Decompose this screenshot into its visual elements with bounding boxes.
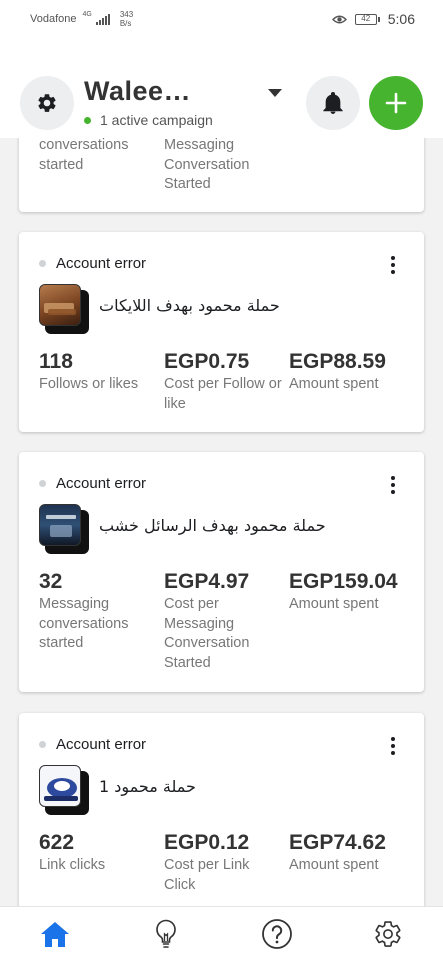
signal-icon xyxy=(95,13,110,25)
metric-label: conversations started xyxy=(39,137,129,173)
campaign-thumbnail xyxy=(39,504,89,554)
status-dot xyxy=(39,480,46,487)
gear-icon xyxy=(38,94,56,112)
metrics-row: 32 Messaging conversations started EGP4.… xyxy=(39,570,414,673)
status-text: Account error xyxy=(56,255,147,272)
eye-comfort-icon xyxy=(331,15,347,23)
create-campaign-button[interactable] xyxy=(369,76,423,130)
notifications-button[interactable] xyxy=(306,76,360,130)
status-text: Account error xyxy=(56,475,147,492)
bell-icon xyxy=(323,92,343,114)
delivery-status: Account error xyxy=(39,255,146,272)
status-dot xyxy=(39,260,46,267)
battery-level: 42 xyxy=(354,13,377,25)
metric: EGP0.75 Cost per Follow or like xyxy=(164,350,289,414)
metric-value: EGP0.75 xyxy=(164,350,250,373)
campaign-thumbnail xyxy=(39,284,89,334)
metrics-row: 622 Link clicks EGP0.12 Cost per Link Cl… xyxy=(39,831,414,895)
metric: Messaging Conversation Started xyxy=(164,135,289,195)
delivery-status: Account error xyxy=(39,736,146,753)
metric-value: EGP88.59 xyxy=(289,350,386,373)
speed-unit: B/s xyxy=(119,19,132,28)
metric: EGP88.59 Amount spent xyxy=(289,350,414,414)
metric-value: 32 xyxy=(39,570,63,593)
metric: 118 Follows or likes xyxy=(39,350,164,414)
active-campaigns-status: 1 active campaign xyxy=(84,112,213,128)
settings-icon xyxy=(375,920,401,947)
campaign-card[interactable]: Account error حملة محمود بهدف الرسائل خش… xyxy=(19,452,424,692)
battery-icon: 42 xyxy=(354,13,380,25)
metric-value: EGP4.97 xyxy=(164,570,250,593)
nav-help[interactable] xyxy=(247,907,307,960)
metric: EGP74.62 Amount spent xyxy=(289,831,414,895)
campaign-card[interactable]: Account error حملة محمود بهدف اللايكات 1… xyxy=(19,232,424,432)
metric-label: Amount spent xyxy=(289,857,379,873)
product-photo-icon xyxy=(44,778,78,801)
metric-label: Cost per Messaging Conversation Started xyxy=(164,596,250,671)
campaign-thumbnail xyxy=(39,765,89,815)
active-campaigns-text: 1 active campaign xyxy=(100,112,213,128)
more-vertical-icon[interactable] xyxy=(384,254,402,276)
metric: 622 Link clicks xyxy=(39,831,164,895)
metric-label: Amount spent xyxy=(289,596,379,612)
metric-value: EGP74.62 xyxy=(289,831,386,854)
wood-product-photo-icon xyxy=(46,515,76,537)
settings-button[interactable] xyxy=(20,76,74,130)
status-bar-left: Vodafone 4G 343 B/s xyxy=(30,10,133,28)
delivery-status: Account error xyxy=(39,475,146,492)
campaign-name[interactable]: حملة محمود بهدف الرسائل خشب xyxy=(99,516,326,535)
metric-label: Follows or likes xyxy=(39,376,139,392)
metric-value: 622 xyxy=(39,831,75,854)
campaign-name[interactable]: حملة محمود 1 xyxy=(99,777,196,796)
nav-home[interactable] xyxy=(25,907,85,960)
metric-value: EGP0.12 xyxy=(164,831,250,854)
status-bar-right: 42 5:06 xyxy=(331,11,415,27)
metric: conversations started xyxy=(39,135,164,195)
metric-value: 118 xyxy=(39,350,73,373)
wood-photo-icon xyxy=(44,303,76,315)
metrics-row: 118 Follows or likes EGP0.75 Cost per Fo… xyxy=(39,350,414,414)
nav-settings[interactable] xyxy=(358,907,418,960)
more-vertical-icon[interactable] xyxy=(384,735,402,757)
account-dropdown-icon[interactable] xyxy=(268,89,282,97)
campaign-name[interactable]: حملة محمود بهدف اللايكات xyxy=(99,296,280,315)
plus-icon xyxy=(385,92,407,114)
metric: EGP4.97 Cost per Messaging Conversation … xyxy=(164,570,289,673)
carrier-name: Vodafone xyxy=(30,13,77,25)
metric-value: EGP159.04 xyxy=(289,570,398,593)
metric: EGP0.12 Cost per Link Click xyxy=(164,831,289,895)
metric-label: Messaging conversations started xyxy=(39,596,129,651)
metric: 32 Messaging conversations started xyxy=(39,570,164,673)
more-vertical-icon[interactable] xyxy=(384,474,402,496)
speed-value: 343 xyxy=(119,10,134,19)
clock: 5:06 xyxy=(387,11,415,27)
status-bar: Vodafone 4G 343 B/s 42 5:06 xyxy=(0,0,443,38)
home-icon xyxy=(41,921,70,947)
bottom-navigation xyxy=(0,906,443,960)
metric-label: Link clicks xyxy=(39,857,106,873)
metric-label: Amount spent xyxy=(289,376,379,392)
metric-label: Messaging Conversation Started xyxy=(164,137,250,192)
metric-label: Cost per Follow or like xyxy=(164,376,282,412)
help-icon xyxy=(261,918,292,949)
account-name[interactable]: Walee… xyxy=(84,76,191,107)
metric-label: Cost per Link Click xyxy=(164,857,250,893)
app-header: Walee… 1 active campaign xyxy=(0,38,443,138)
status-text: Account error xyxy=(56,736,147,753)
network-speed: 343 B/s xyxy=(120,10,133,28)
campaign-card[interactable]: Account error حملة محمود 1 622 Link clic… xyxy=(19,713,424,913)
active-status-dot xyxy=(84,116,91,124)
status-dot xyxy=(39,741,46,748)
nav-ideas[interactable] xyxy=(136,907,196,960)
metrics-row: conversations started Messaging Conversa… xyxy=(39,135,414,195)
lightbulb-icon xyxy=(156,919,176,948)
network-type: 4G xyxy=(82,10,92,18)
metric: EGP159.04 Amount spent xyxy=(289,570,414,673)
